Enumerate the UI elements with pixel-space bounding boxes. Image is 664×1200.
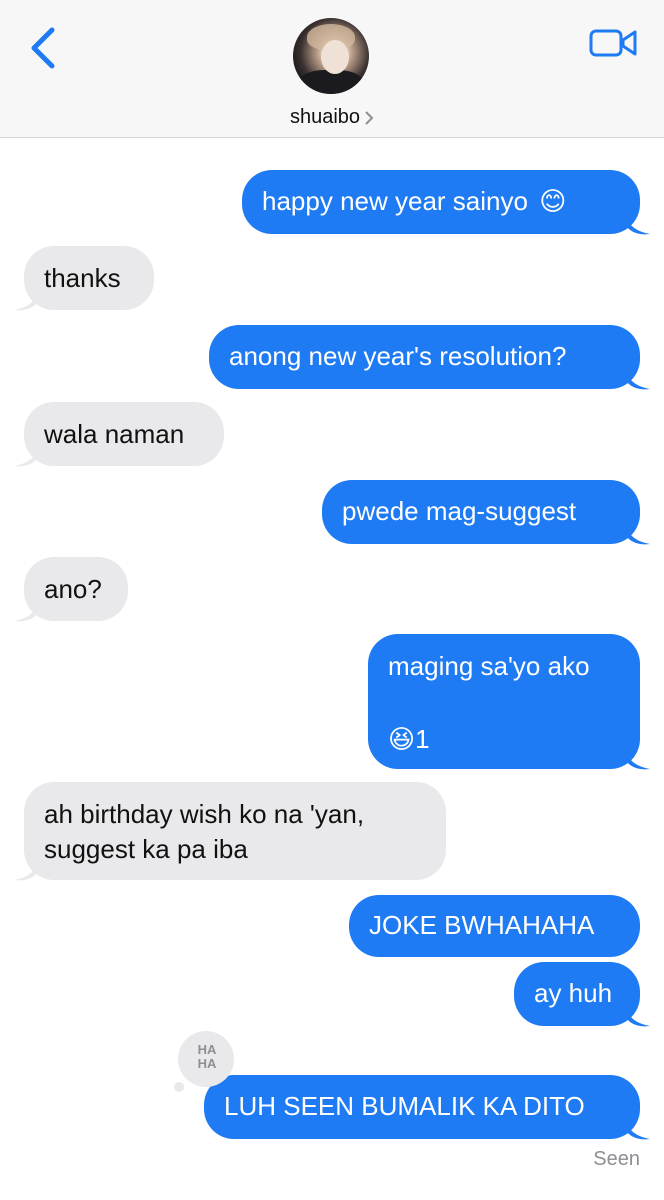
message-bubble-incoming[interactable]: thanks — [24, 246, 154, 310]
message-text-line: suggest ka pa iba — [44, 834, 248, 864]
message-text: ano? — [44, 574, 102, 604]
message-bubble-outgoing[interactable]: ay huh — [514, 962, 640, 1026]
message-text: ay huh — [534, 978, 613, 1008]
message-bubble-outgoing[interactable]: happy new year sainyo 😊 — [242, 170, 640, 234]
read-receipt: Seen — [593, 1148, 640, 1170]
message-bubble-incoming[interactable]: ah birthday wish ko na 'yan, suggest ka … — [24, 782, 446, 880]
message-text: wala naman — [44, 419, 185, 449]
message-text: LUH SEEN BUMALIK KA DITO — [224, 1091, 585, 1121]
message-text-line: ah birthday wish ko na 'yan, — [44, 799, 365, 829]
message-bubble-incoming[interactable]: wala naman — [24, 402, 224, 466]
reaction-text: HA — [197, 1042, 217, 1057]
contact-name: shuaibo — [289, 106, 361, 128]
message-bubble-outgoing[interactable]: anong new year's resolution? — [209, 325, 640, 389]
avatar[interactable] — [293, 18, 369, 94]
laughing-face-emoji: 😆 — [388, 724, 416, 754]
message-text: pwede mag-suggest — [342, 496, 577, 526]
video-camera-icon[interactable] — [589, 26, 637, 60]
message-bubble-outgoing[interactable]: pwede mag-suggest — [322, 480, 640, 544]
message-text-line: maging sa'yo ako — [388, 651, 590, 681]
message-text: thanks — [44, 263, 121, 293]
conversation-header: shuaibo — [0, 0, 664, 138]
message-bubble-incoming[interactable]: ano? — [24, 557, 128, 621]
message-text: JOKE BWHAHAHA — [369, 910, 595, 940]
message-bubble-outgoing[interactable]: maging sa'yo ako 😆1 — [368, 634, 640, 769]
contact-name-button[interactable]: shuaibo — [0, 106, 664, 129]
chevron-right-icon — [365, 111, 374, 125]
message-emoji-line: 😆1 — [388, 723, 620, 756]
message-text: happy new year sainyo — [262, 186, 528, 216]
message-bubble-outgoing[interactable]: JOKE BWHAHAHA — [349, 895, 640, 957]
smiling-face-emoji: 😊 — [539, 186, 567, 216]
chevron-left-icon[interactable] — [26, 26, 66, 70]
message-text: 1 — [415, 724, 430, 754]
message-bubble-outgoing[interactable]: LUH SEEN BUMALIK KA DITO — [204, 1075, 640, 1139]
message-text: anong new year's resolution? — [229, 341, 567, 371]
reaction-text: HA — [197, 1056, 217, 1071]
